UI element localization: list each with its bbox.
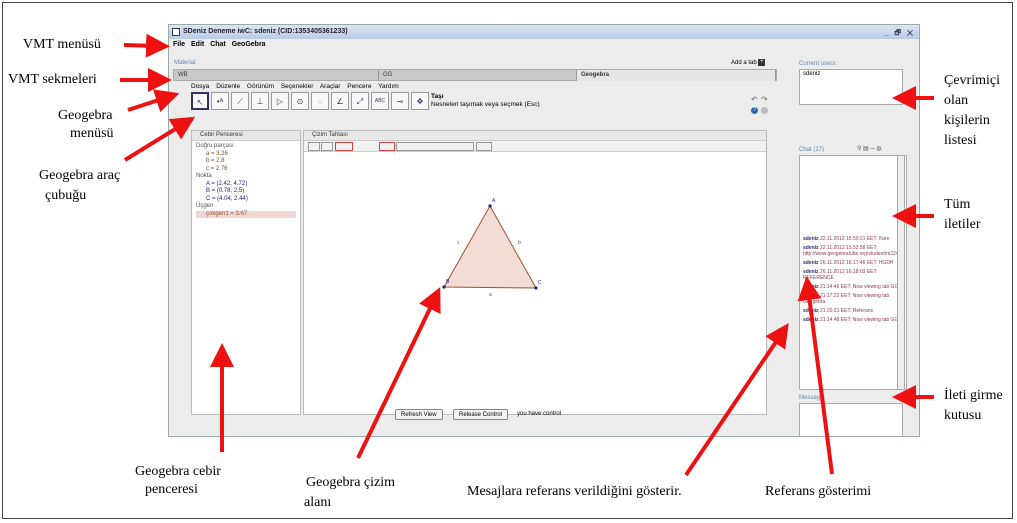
arrow-gg-menu: [127, 89, 180, 113]
arrow-gg-toolbar: [123, 116, 196, 162]
arrow-vmt-menu: [123, 33, 170, 58]
arrow-msg-ref: [684, 323, 789, 477]
arrow-ref-show: [797, 276, 834, 475]
annotation-arrows: [120, 33, 934, 477]
arrow-gg-draw: [356, 287, 441, 459]
